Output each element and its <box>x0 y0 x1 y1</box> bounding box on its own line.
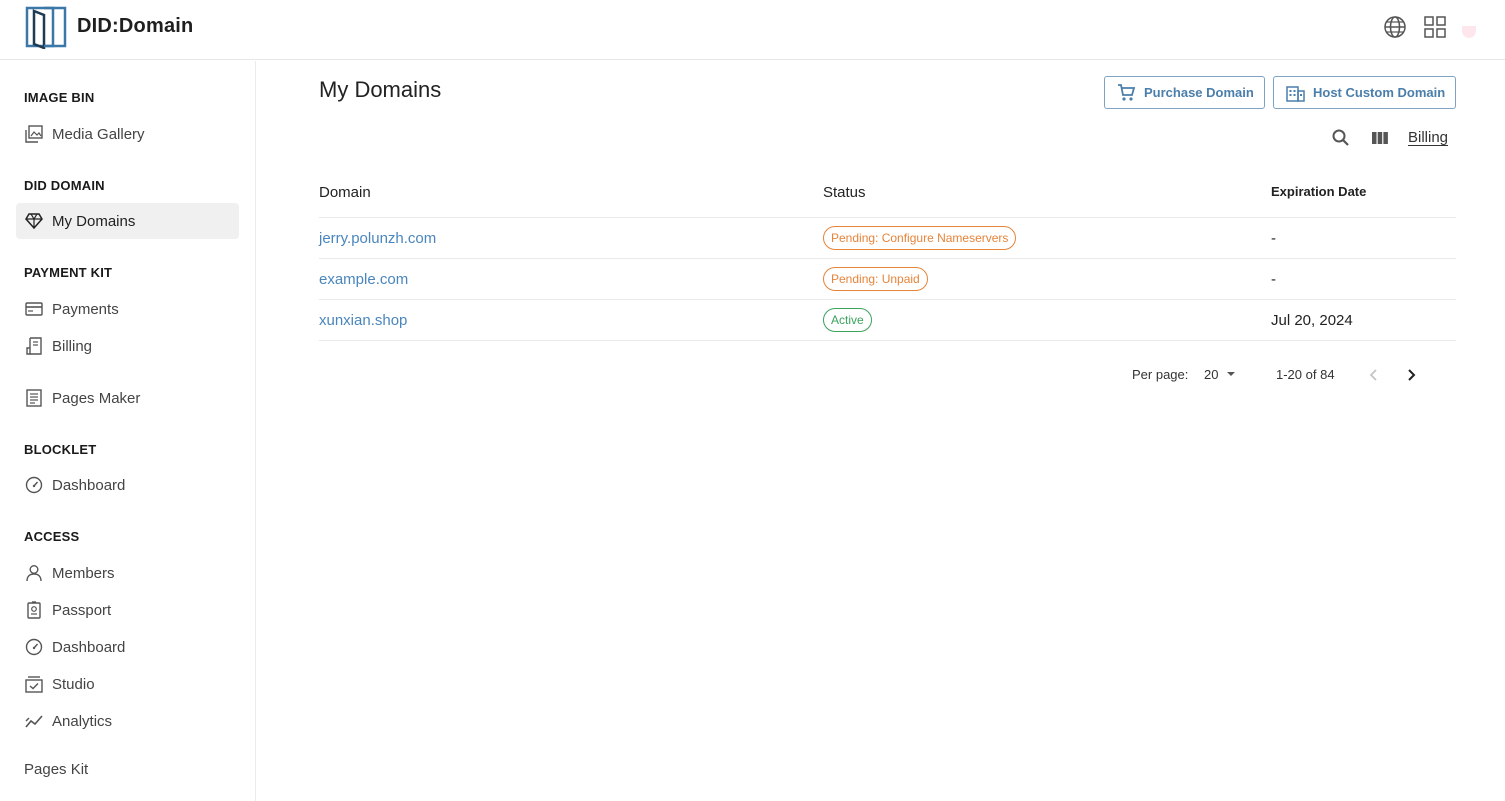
columns-icon[interactable] <box>1369 127 1391 149</box>
section-title-image-bin: IMAGE BIN <box>24 90 95 105</box>
section-title-access: ACCESS <box>24 529 80 544</box>
prev-page-button[interactable] <box>1363 364 1385 386</box>
sidebar-item-label: My Domains <box>52 212 136 230</box>
globe-icon[interactable] <box>1383 15 1407 39</box>
status-badge: Pending: Configure Nameservers <box>823 226 1017 250</box>
host-custom-domain-button[interactable]: Host Custom Domain <box>1273 76 1456 109</box>
sidebar-item-passport[interactable]: Passport <box>16 592 239 628</box>
table-divider <box>319 258 1456 259</box>
table-divider <box>319 340 1456 341</box>
sidebar-item-my-domains[interactable]: My Domains <box>16 203 239 239</box>
image-gallery-icon <box>24 124 44 144</box>
cart-icon <box>1116 83 1136 103</box>
status-badge: Pending: Unpaid <box>823 267 928 291</box>
sidebar-item-access-dashboard[interactable]: Dashboard <box>16 629 239 665</box>
chevron-right-icon <box>1408 369 1416 381</box>
receipt-icon <box>24 336 44 356</box>
chevron-left-icon <box>1369 369 1377 381</box>
sidebar-item-label: Members <box>52 564 115 582</box>
section-title-blocklet: BLOCKLET <box>24 442 97 457</box>
sidebar-item-label: Dashboard <box>52 476 126 494</box>
status-badge: Active <box>823 308 872 332</box>
billing-link[interactable]: Billing <box>1408 129 1448 146</box>
expiration-date: Jul 20, 2024 <box>1271 312 1353 329</box>
section-title-did-domain: DID DOMAIN <box>24 178 105 193</box>
sidebar-item-media-gallery[interactable]: Media Gallery <box>16 116 239 152</box>
pagination-range: 1-20 of 84 <box>1276 367 1335 382</box>
gauge-icon <box>24 637 44 657</box>
domain-link[interactable]: xunxian.shop <box>319 312 407 329</box>
sidebar-item-label: Analytics <box>52 712 113 730</box>
sidebar-item-label: Passport <box>52 601 112 619</box>
sidebar-item-label: Media Gallery <box>52 125 145 143</box>
app-header: DID:Domain <box>0 0 1505 60</box>
sidebar-item-payments[interactable]: Payments <box>16 291 239 327</box>
sidebar-item-blocklet-dashboard[interactable]: Dashboard <box>16 467 239 503</box>
section-title-payment-kit: PAYMENT KIT <box>24 265 113 280</box>
sidebar-item-members[interactable]: Members <box>16 555 239 591</box>
search-icon[interactable] <box>1330 127 1352 149</box>
analytics-icon <box>24 711 44 731</box>
sidebar-item-pages-kit[interactable]: Pages Kit <box>24 761 88 778</box>
per-page-select[interactable]: 20 <box>1204 365 1240 383</box>
column-header-status[interactable]: Status <box>823 184 866 201</box>
sidebar-item-label: Pages Maker <box>52 389 141 407</box>
building-icon <box>1285 83 1305 103</box>
sidebar-item-pages-maker[interactable]: Pages Maker <box>16 380 239 416</box>
sidebar: IMAGE BIN Media Gallery DID DOMAIN My Do… <box>0 61 256 801</box>
app-title[interactable]: DID:Domain <box>77 15 193 38</box>
sidebar-item-studio[interactable]: Studio <box>16 666 239 702</box>
avatar[interactable] <box>1462 26 1476 38</box>
passport-icon <box>24 600 44 620</box>
sidebar-item-billing[interactable]: Billing <box>16 328 239 364</box>
studio-icon <box>24 674 44 694</box>
domain-link[interactable]: jerry.polunzh.com <box>319 230 436 247</box>
sidebar-item-label: Billing <box>52 337 93 355</box>
gauge-icon <box>24 475 44 495</box>
logo-icon <box>25 6 67 49</box>
diamond-icon <box>24 211 44 231</box>
column-header-domain[interactable]: Domain <box>319 184 371 201</box>
expiration-date: - <box>1271 271 1276 288</box>
next-page-button[interactable] <box>1400 364 1422 386</box>
apps-grid-icon[interactable] <box>1423 15 1447 39</box>
column-header-expiration[interactable]: Expiration Date <box>1271 184 1366 199</box>
per-page-value: 20 <box>1204 366 1219 382</box>
per-page-label: Per page: <box>1132 367 1189 382</box>
purchase-domain-label: Purchase Domain <box>1144 85 1254 100</box>
purchase-domain-button[interactable]: Purchase Domain <box>1104 76 1265 109</box>
document-icon <box>24 388 44 408</box>
table-divider <box>319 299 1456 300</box>
page-title: My Domains <box>319 77 442 102</box>
expiration-date: - <box>1271 230 1276 247</box>
sidebar-item-label: Payments <box>52 300 119 318</box>
table-divider <box>319 217 1456 218</box>
person-icon <box>24 563 44 583</box>
caret-down-icon <box>1227 372 1236 376</box>
sidebar-item-label: Studio <box>52 675 95 693</box>
sidebar-item-label: Dashboard <box>52 638 126 656</box>
host-custom-domain-label: Host Custom Domain <box>1313 85 1446 100</box>
sidebar-item-analytics[interactable]: Analytics <box>16 703 239 739</box>
credit-card-icon <box>24 299 44 319</box>
domain-link[interactable]: example.com <box>319 271 408 288</box>
